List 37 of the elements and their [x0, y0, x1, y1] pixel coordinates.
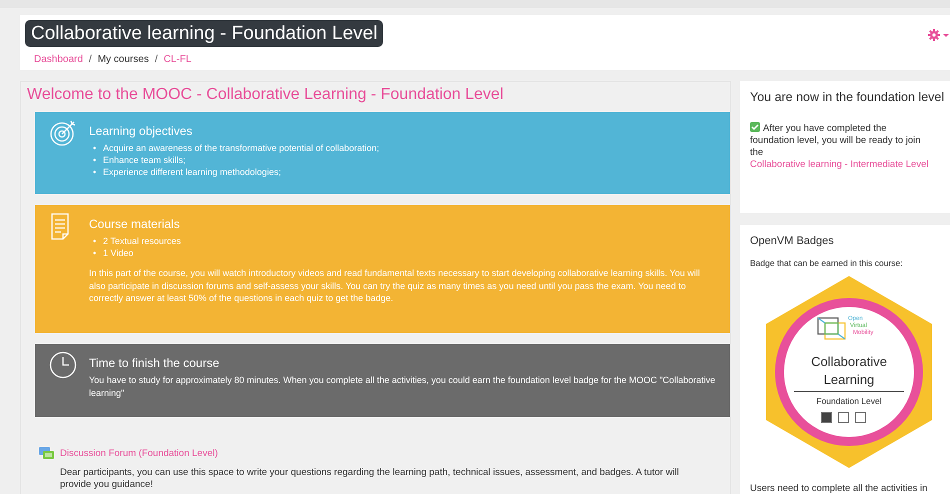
- list-item: Enhance team skills;: [103, 154, 186, 166]
- panel-title: Course materials: [89, 216, 181, 233]
- list-item: Acquire an awareness of the transformative potential of collaboration;: [103, 142, 380, 154]
- bullet: •: [93, 247, 98, 259]
- check-icon: [750, 122, 760, 132]
- card-title: You are now in the foundation level: [750, 89, 944, 105]
- panel-text: In this part of the course, you will watch introductory videos and read fundamental texts necessary to start developing collaborative learning skills. You will also participate in discussion forums and self-assess your skills. You can try the quiz as many times as you need until you pass the exam. You need to correctly answer at least 50% of the questions in each quiz to get the badge.: [89, 267, 701, 304]
- forum-description: Dear participants, you can use this space to write your questions regarding the learning path, technical issues, assessment, and badges. A tutor will provide you guidance!: [60, 467, 680, 491]
- badge-name: Collaborative Learning: [794, 353, 904, 392]
- breadcrumb-item: My courses: [98, 53, 149, 67]
- bullet: •: [93, 235, 98, 247]
- bullet: •: [93, 166, 98, 178]
- bullet: •: [93, 154, 98, 166]
- list-item: Experience different learning methodologies;: [103, 166, 281, 178]
- panel-title: Time to finish the course: [89, 355, 220, 372]
- card-text: Badge that can be earned in this course:: [750, 257, 904, 269]
- forum-icon: [39, 447, 55, 461]
- badge-level: Foundation Level: [815, 395, 883, 408]
- level-link[interactable]: Collaborative learning - Intermediate Level: [750, 159, 930, 171]
- card-footer-text: Users need to complete all the activities in: [750, 482, 928, 494]
- bullet: •: [93, 142, 98, 154]
- card-text: After you have completed the foundation level, you will be ready to join the Collaborative learning - Intermediate Level: [750, 122, 932, 171]
- page-heading: Welcome to the MOOC - Collaborative Learning - Foundation Level: [27, 85, 504, 105]
- panel-text: You have to study for approximately 80 minutes. When you complete all the activities, you could earn the foundation level badge for the MOOC "Collaborative learning": [89, 374, 716, 399]
- breadcrumb-link[interactable]: CL-FL: [164, 52, 192, 67]
- clock-icon: [49, 351, 77, 381]
- list-item: 1 Video: [103, 247, 134, 259]
- list-item: 2 Textual resources: [103, 235, 181, 247]
- breadcrumb-separator: /: [154, 53, 158, 67]
- cube-logo-icon: [816, 316, 848, 340]
- card-title: OpenVM Badges: [750, 234, 835, 249]
- breadcrumb-separator: /: [88, 53, 92, 67]
- breadcrumb-link[interactable]: Dashboard: [34, 52, 83, 67]
- panel-title: Learning objectives: [89, 123, 194, 140]
- page-title: Collaborative learning - Foundation Level: [25, 20, 384, 47]
- settings-menu-icon[interactable]: [928, 29, 950, 41]
- forum-link[interactable]: Discussion Forum (Foundation Level): [60, 447, 730, 461]
